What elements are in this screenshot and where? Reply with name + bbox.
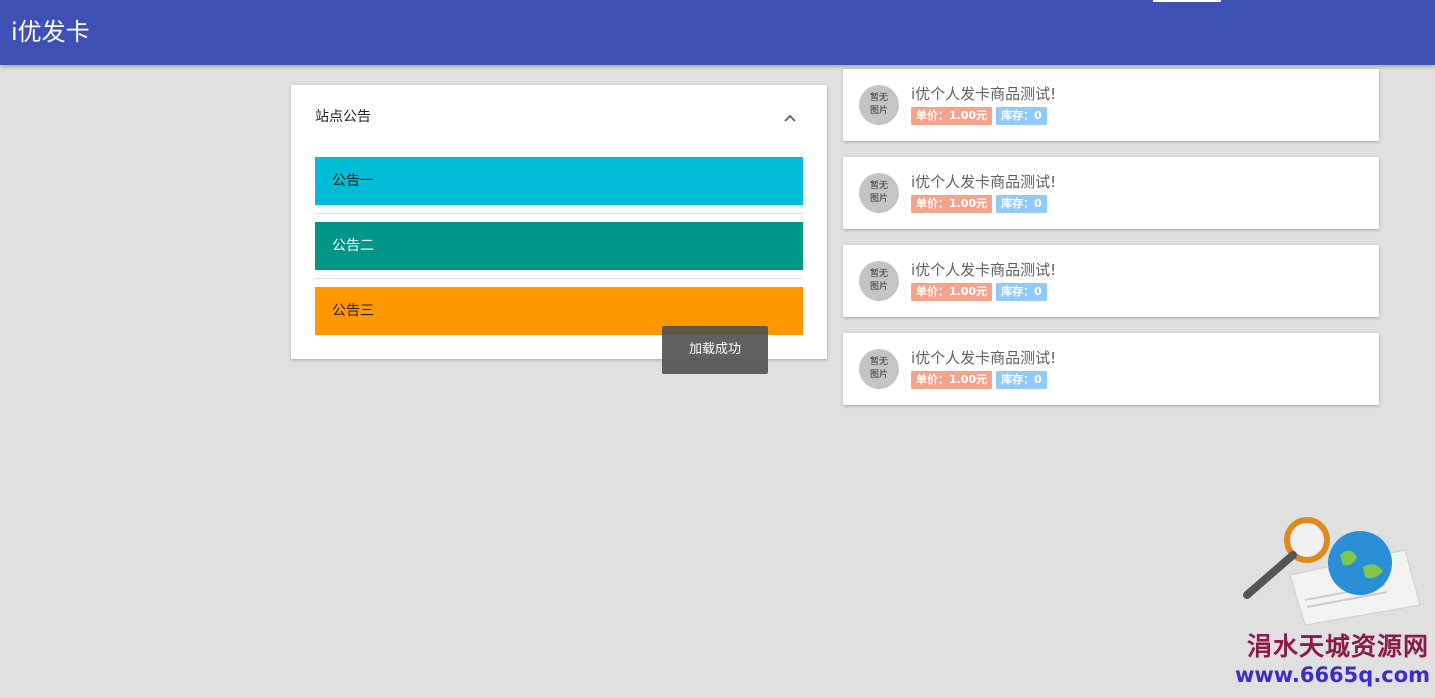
thumb-text: 暂无 [869, 93, 888, 103]
stock-badge: 库存：0 [996, 107, 1047, 125]
thumb-text: 图片 [869, 370, 888, 380]
price-badge: 单价：1.00元 [911, 283, 993, 301]
toast-message: 加载成功 [662, 326, 768, 374]
chevron-up-icon[interactable] [782, 110, 798, 126]
thumb-text: 暂无 [869, 357, 888, 367]
stock-badge: 库存：0 [996, 283, 1047, 301]
magnifier-globe-icon [1243, 517, 1421, 625]
watermark-text: 涓水天城资源网 [1247, 632, 1430, 661]
divider [315, 213, 803, 214]
price-badge: 单价：1.00元 [911, 107, 993, 125]
thumb-text: 暂无 [869, 181, 888, 191]
product-badges: 单价：1.00元 库存：0 [911, 283, 1047, 301]
product-card[interactable]: 暂无 图片 i优个人发卡商品测试! 单价：1.00元 库存：0 [843, 333, 1379, 405]
thumb-text: 暂无 [869, 269, 888, 279]
thumb-text: 图片 [869, 106, 888, 116]
app-header: i优发卡 [0, 0, 1435, 65]
product-thumbnail: 暂无 图片 [859, 349, 899, 389]
tab-indicator [1153, 0, 1221, 2]
price-badge: 单价：1.00元 [911, 371, 993, 389]
watermark: 涓水天城资源网 www.6665q.com [1235, 515, 1430, 695]
divider [315, 278, 803, 279]
product-name[interactable]: i优个人发卡商品测试! [911, 172, 1056, 192]
product-name[interactable]: i优个人发卡商品测试! [911, 260, 1056, 280]
thumb-text: 图片 [869, 194, 888, 204]
price-badge: 单价：1.00元 [911, 195, 993, 213]
product-card[interactable]: 暂无 图片 i优个人发卡商品测试! 单价：1.00元 库存：0 [843, 157, 1379, 229]
product-card[interactable]: 暂无 图片 i优个人发卡商品测试! 单价：1.00元 库存：0 [843, 245, 1379, 317]
product-thumbnail: 暂无 图片 [859, 261, 899, 301]
product-badges: 单价：1.00元 库存：0 [911, 195, 1047, 213]
product-name[interactable]: i优个人发卡商品测试! [911, 348, 1056, 368]
notice-panel: 站点公告 公告一 公告二 公告三 [291, 85, 827, 359]
watermark-url: www.6665q.com [1235, 663, 1431, 687]
product-name[interactable]: i优个人发卡商品测试! [911, 84, 1056, 104]
stock-badge: 库存：0 [996, 371, 1047, 389]
notice-header[interactable]: 站点公告 [291, 85, 827, 149]
stock-badge: 库存：0 [996, 195, 1047, 213]
app-title[interactable]: i优发卡 [11, 16, 90, 48]
product-thumbnail: 暂无 图片 [859, 173, 899, 213]
product-badges: 单价：1.00元 库存：0 [911, 107, 1047, 125]
product-card[interactable]: 暂无 图片 i优个人发卡商品测试! 单价：1.00元 库存：0 [843, 69, 1379, 141]
notice-item-1[interactable]: 公告一 [315, 157, 803, 205]
notice-title: 站点公告 [315, 109, 371, 125]
product-thumbnail: 暂无 图片 [859, 85, 899, 125]
thumb-text: 图片 [869, 282, 888, 292]
notice-item-2[interactable]: 公告二 [315, 222, 803, 270]
product-badges: 单价：1.00元 库存：0 [911, 371, 1047, 389]
